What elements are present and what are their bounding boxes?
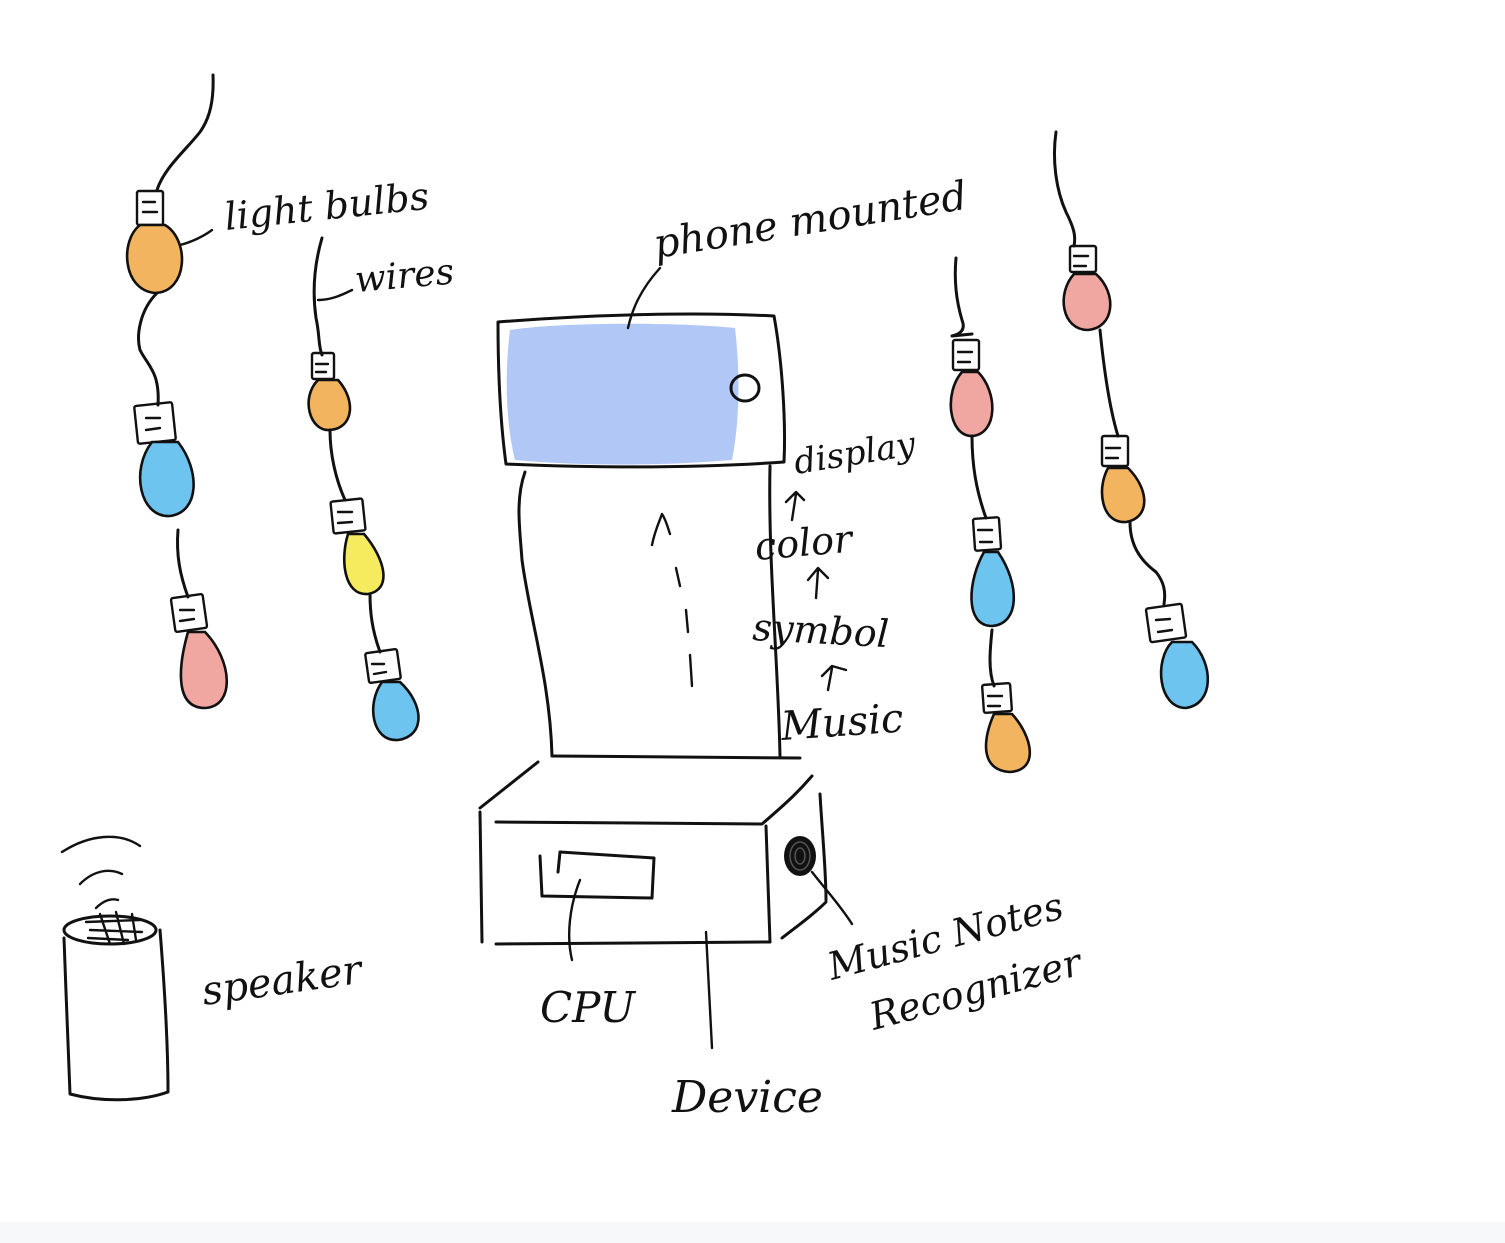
wires-leader [316, 288, 354, 302]
music-label: Music [778, 696, 904, 750]
bulb-strand-left-1 [125, 73, 229, 710]
cpu-label: CPU [540, 983, 637, 1032]
cpu-slot [538, 850, 656, 900]
bulb-strand-right-2 [1053, 130, 1210, 710]
recognizer-mic-icon [784, 836, 816, 876]
light-bulbs-label: light bulbs [222, 174, 431, 239]
cpu-leader [567, 878, 582, 962]
system-sketch-diagram: light bulbs wires phone mounted display … [60, 73, 1210, 1123]
symbol-label: symbol [752, 605, 890, 656]
light-bulbs-leader [178, 228, 214, 247]
bulb-strand-left-2 [307, 236, 420, 742]
phone-mounted-leader [626, 266, 662, 330]
recognizer-leader [810, 870, 854, 926]
device-leader [704, 930, 714, 1050]
phone-stand [517, 470, 554, 758]
dashed-arrow [650, 512, 694, 688]
device-box [478, 760, 828, 946]
phone-mounted [496, 312, 787, 469]
arrow-to-symbol [820, 664, 848, 692]
arrow-to-color [806, 566, 830, 600]
speaker-icon [60, 835, 170, 1102]
phone-mounted-label: phone mounted [650, 173, 970, 268]
bulb-strand-right-1 [949, 256, 1032, 774]
color-label: color [753, 516, 857, 569]
device-label: Device [671, 1072, 823, 1123]
wires-label: wires [353, 251, 456, 301]
arrow-to-display [784, 490, 806, 522]
speaker-label: speaker [199, 947, 367, 1015]
display-label: display [791, 424, 919, 483]
